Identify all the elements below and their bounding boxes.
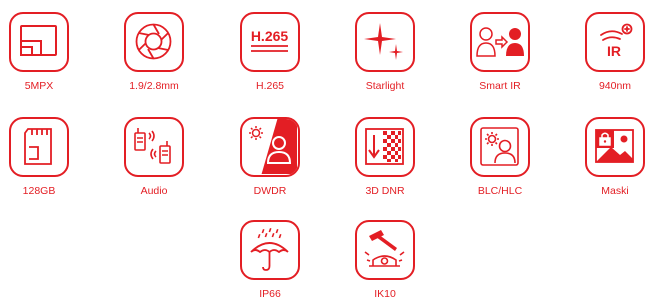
feature-dwdr: DWDR — [240, 117, 300, 201]
feature-label: Starlight — [365, 80, 405, 92]
feature-128gb: 128GB — [9, 117, 69, 201]
smart-ir-icon — [470, 12, 530, 72]
feature-ip66: IP66 — [240, 220, 300, 304]
feature-h265: H.265 H.265 — [240, 12, 300, 96]
feature-5mpx: 5MPX — [9, 12, 69, 96]
feature-blc-hlc: BLC/HLC — [470, 117, 530, 201]
privacy-mask-icon — [585, 117, 645, 177]
feature-audio: Audio — [124, 117, 184, 201]
sd-card-icon — [9, 117, 69, 177]
feature-label: 940nm — [598, 80, 632, 92]
audio-walkie-talkie-icon — [124, 117, 184, 177]
vandal-hammer-icon — [355, 220, 415, 280]
feature-label: BLC/HLC — [477, 185, 523, 197]
feature-smart-ir: Smart IR — [470, 12, 530, 96]
feature-ik10: IK10 — [355, 220, 415, 304]
3d-dnr-icon — [355, 117, 415, 177]
resolution-screen-icon — [9, 12, 69, 72]
feature-starlight: Starlight — [355, 12, 415, 96]
feature-lens: 1.9/2.8mm — [124, 12, 184, 96]
feature-label: 128GB — [22, 185, 56, 197]
feature-label: IK10 — [374, 288, 396, 300]
umbrella-rain-icon — [240, 220, 300, 280]
h265-codec-icon: H.265 — [240, 12, 300, 72]
ir-940nm-icon: IR — [585, 12, 645, 72]
feature-940nm: IR 940nm — [585, 12, 645, 96]
feature-label: IP66 — [259, 288, 281, 300]
feature-label: 1.9/2.8mm — [129, 80, 179, 92]
feature-label: DWDR — [253, 185, 287, 197]
feature-3d-dnr: 3D DNR — [355, 117, 415, 201]
feature-label: Smart IR — [479, 80, 521, 92]
dwdr-icon — [240, 117, 300, 177]
icon-text: IR — [607, 43, 621, 59]
starlight-icon — [355, 12, 415, 72]
blc-hlc-icon — [470, 117, 530, 177]
feature-maski: Maski — [585, 117, 645, 201]
feature-label: Audio — [140, 185, 168, 197]
feature-label: 3D DNR — [365, 185, 405, 197]
lens-aperture-icon — [124, 12, 184, 72]
feature-label: Maski — [601, 185, 629, 197]
icon-text: H.265 — [251, 28, 289, 44]
feature-label: 5MPX — [24, 80, 54, 92]
feature-label: H.265 — [255, 80, 285, 92]
